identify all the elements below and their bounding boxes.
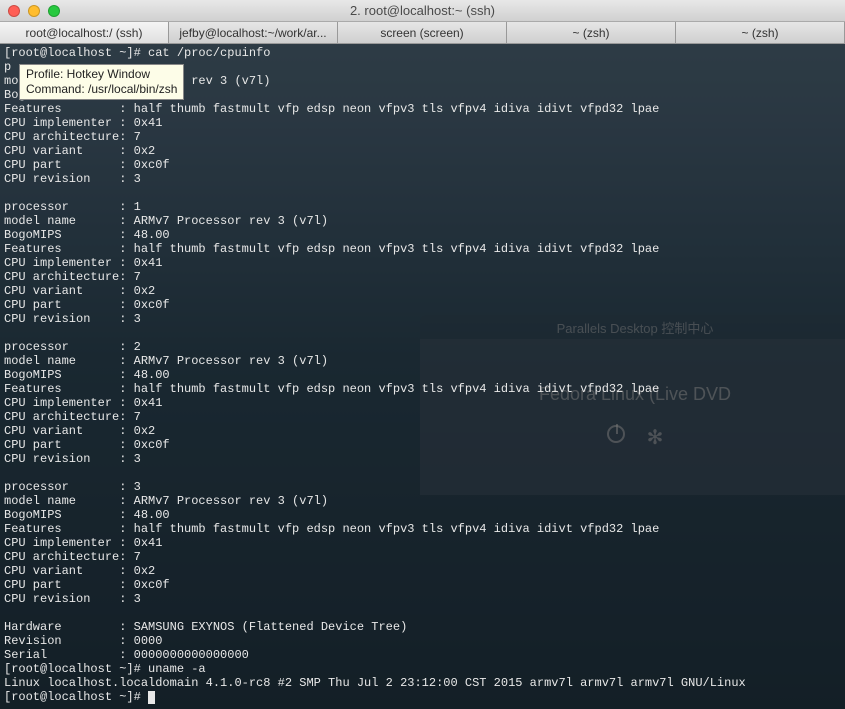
line: CPU revision : 3 [4, 312, 141, 326]
line: CPU part : 0xc0f [4, 298, 170, 312]
line: CPU part : 0xc0f [4, 438, 170, 452]
line: processor : 2 [4, 340, 141, 354]
line: Hardware : SAMSUNG EXYNOS (Flattened Dev… [4, 620, 407, 634]
line: processor : 3 [4, 480, 141, 494]
line: Linux localhost.localdomain 4.1.0-rc8 #2… [4, 676, 746, 690]
terminal-output[interactable]: [root@localhost ~]# cat /proc/cpuinfo p … [0, 44, 845, 709]
line: CPU architecture: 7 [4, 130, 141, 144]
line: model name : ARMv7 Processor rev 3 (v7l) [4, 214, 328, 228]
line: Features : half thumb fastmult vfp edsp … [4, 382, 659, 396]
tab-3[interactable]: ~ (zsh) [507, 22, 676, 43]
line: CPU revision : 3 [4, 452, 141, 466]
line: CPU implementer : 0x41 [4, 396, 162, 410]
line: CPU implementer : 0x41 [4, 116, 162, 130]
line: CPU revision : 3 [4, 172, 141, 186]
line: Revision : 0000 [4, 634, 162, 648]
line: CPU part : 0xc0f [4, 578, 170, 592]
tooltip-line2: Command: /usr/local/bin/zsh [26, 82, 177, 97]
line: CPU part : 0xc0f [4, 158, 170, 172]
line: CPU variant : 0x2 [4, 144, 155, 158]
line: model name : ARMv7 Processor rev 3 (v7l) [4, 354, 328, 368]
line: [root@localhost ~]# uname -a [4, 662, 206, 676]
line: CPU revision : 3 [4, 592, 141, 606]
cursor [148, 691, 155, 704]
tooltip-line1: Profile: Hotkey Window [26, 67, 177, 82]
line: processor : 1 [4, 200, 141, 214]
window-title: 2. root@localhost:~ (ssh) [0, 3, 845, 18]
line: [root@localhost ~]# cat /proc/cpuinfo [4, 46, 270, 60]
line: Features : half thumb fastmult vfp edsp … [4, 102, 659, 116]
tab-1[interactable]: jefby@localhost:~/work/ar... [169, 22, 338, 43]
line: p [4, 60, 11, 74]
line: CPU architecture: 7 [4, 410, 141, 424]
line: CPU architecture: 7 [4, 550, 141, 564]
line: CPU variant : 0x2 [4, 564, 155, 578]
prompt: [root@localhost ~]# [4, 690, 148, 704]
line: Serial : 0000000000000000 [4, 648, 249, 662]
line: CPU implementer : 0x41 [4, 256, 162, 270]
tab-0[interactable]: root@localhost:/ (ssh) [0, 22, 169, 43]
line: CPU variant : 0x2 [4, 284, 155, 298]
tab-4[interactable]: ~ (zsh) [676, 22, 845, 43]
line: Features : half thumb fastmult vfp edsp … [4, 242, 659, 256]
line: CPU implementer : 0x41 [4, 536, 162, 550]
line: CPU variant : 0x2 [4, 424, 155, 438]
window-titlebar: 2. root@localhost:~ (ssh) [0, 0, 845, 22]
line: BogoMIPS : 48.00 [4, 228, 170, 242]
line: Features : half thumb fastmult vfp edsp … [4, 522, 659, 536]
line: BogoMIPS : 48.00 [4, 508, 170, 522]
tab-2[interactable]: screen (screen) [338, 22, 507, 43]
line: CPU architecture: 7 [4, 270, 141, 284]
line: model name : ARMv7 Processor rev 3 (v7l) [4, 494, 328, 508]
profile-tooltip: Profile: Hotkey Window Command: /usr/loc… [19, 64, 184, 100]
tab-bar: root@localhost:/ (ssh) jefby@localhost:~… [0, 22, 845, 44]
line: BogoMIPS : 48.00 [4, 368, 170, 382]
